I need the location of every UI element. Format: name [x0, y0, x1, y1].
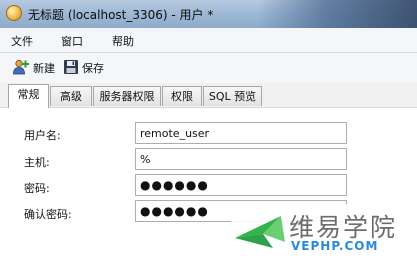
menu-window[interactable]: 窗口 [61, 33, 83, 49]
save-button-label: 保存 [82, 62, 104, 75]
host-input[interactable] [135, 148, 347, 170]
new-button[interactable]: 新建 [12, 59, 55, 77]
vephp-logo-icon [233, 212, 287, 255]
tab-privileges[interactable]: 权限 [162, 86, 202, 106]
new-user-icon [12, 59, 30, 78]
password-input[interactable] [135, 174, 347, 196]
tab-general[interactable]: 常规 [8, 84, 49, 108]
username-input[interactable] [135, 122, 347, 144]
confirm-password-label: 确认密码: [24, 208, 72, 221]
toolbar: 新建 保存 [0, 53, 417, 83]
username-label: 用户名: [24, 129, 61, 142]
tab-strip: 常规 高级 服务器权限 权限 SQL 预览 [0, 83, 417, 108]
watermark: 维易学院 VEPHP.COM [231, 204, 409, 260]
tab-server-privileges[interactable]: 服务器权限 [93, 86, 161, 106]
menu-help[interactable]: 帮助 [112, 33, 134, 49]
title-bar[interactable]: 无标题 (localhost_3306) - 用户 * [0, 0, 417, 28]
menu-file[interactable]: 文件 [11, 33, 33, 49]
save-button[interactable]: 保存 [63, 59, 104, 77]
new-button-label: 新建 [33, 62, 55, 75]
save-icon [63, 59, 79, 78]
password-label: 密码: [24, 182, 50, 195]
menu-bar: 文件 窗口 帮助 [0, 28, 417, 53]
app-icon [6, 5, 22, 21]
watermark-url: VEPHP.COM [291, 239, 379, 253]
window-title: 无标题 (localhost_3306) - 用户 * [28, 8, 214, 22]
tab-advanced[interactable]: 高级 [50, 86, 92, 106]
host-label: 主机: [24, 156, 50, 169]
tab-sql-preview[interactable]: SQL 预览 [203, 86, 262, 106]
